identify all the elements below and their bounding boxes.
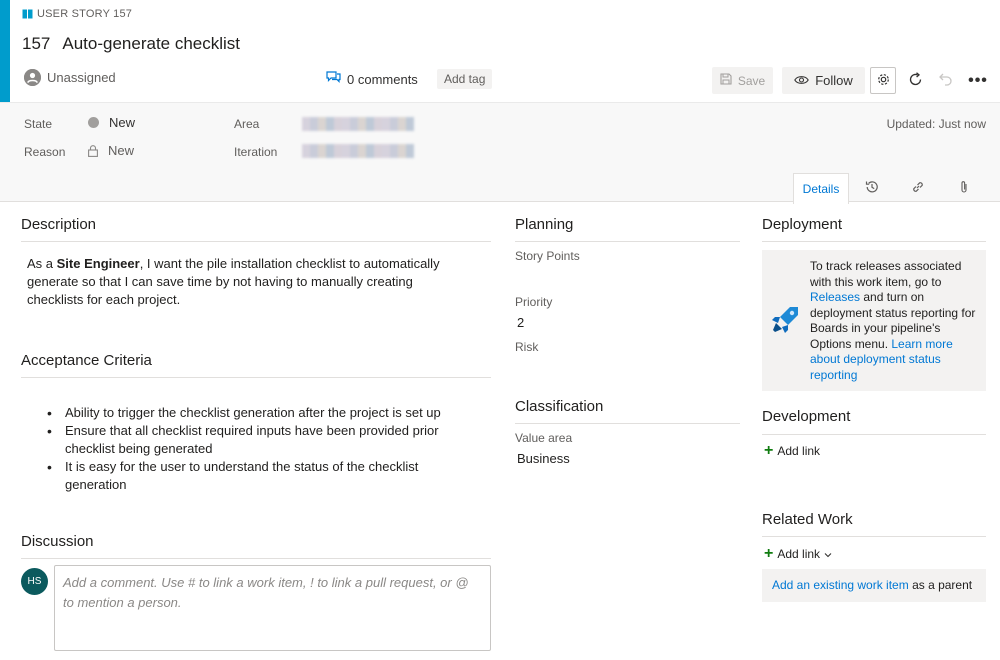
related-work-heading: Related Work [762, 511, 853, 528]
comment-input[interactable]: Add a comment. Use # to link a work item… [54, 565, 491, 651]
discussion-divider [21, 558, 491, 559]
add-link-label: Add link [777, 444, 821, 458]
state-value: New [109, 115, 136, 130]
work-item-id: 157 [22, 34, 51, 53]
risk-label: Risk [515, 340, 539, 354]
save-icon [720, 73, 732, 88]
comments-link[interactable]: 0 comments [326, 71, 418, 87]
links-icon [911, 180, 925, 197]
add-parent-panel: Add an existing work item as a parent [762, 569, 986, 602]
refresh-icon [908, 71, 923, 90]
work-item-type-color-bar [0, 0, 10, 102]
save-label: Save [737, 73, 766, 88]
priority-label: Priority [515, 295, 553, 309]
development-add-link-button[interactable]: + Add link [764, 442, 821, 459]
deployment-info-panel: To track releases associated with this w… [762, 250, 986, 391]
planning-divider [515, 241, 740, 242]
undo-button[interactable] [934, 67, 958, 94]
area-label: Area [234, 117, 260, 131]
unassigned-avatar-icon [24, 69, 41, 86]
follow-button[interactable]: Follow [782, 67, 865, 94]
area-value-redacted[interactable] [302, 117, 414, 131]
value-area-label: Value area [515, 431, 573, 445]
acceptance-criteria-list[interactable]: Ability to trigger the checklist generat… [47, 404, 467, 494]
iteration-value-redacted[interactable] [302, 144, 414, 158]
story-points-label: Story Points [515, 249, 580, 263]
settings-button[interactable] [870, 67, 896, 94]
deployment-info-text: To track releases associated with this w… [810, 259, 976, 382]
state-label: State [24, 117, 53, 131]
history-icon [865, 180, 879, 197]
assignee-name: Unassigned [47, 70, 116, 85]
add-tag-button[interactable]: Add tag [437, 69, 493, 89]
add-existing-work-item-link[interactable]: Add an existing work item [772, 578, 909, 592]
chevron-down-icon [824, 547, 832, 561]
story-points-input[interactable] [515, 266, 735, 286]
tab-attachments[interactable] [941, 173, 987, 203]
list-item: Ensure that all checklist required input… [47, 422, 467, 458]
classification-divider [515, 423, 740, 424]
comments-count: 0 comments [347, 71, 418, 87]
related-work-add-link-button[interactable]: + Add link [764, 545, 832, 562]
refresh-button[interactable] [903, 67, 927, 94]
save-button[interactable]: Save [712, 67, 773, 94]
classification-heading: Classification [515, 398, 604, 415]
comment-icon [326, 71, 341, 87]
reason-value: New [108, 143, 135, 158]
development-divider [762, 434, 986, 435]
gear-icon [876, 72, 891, 90]
undo-icon [939, 73, 953, 89]
title-row[interactable]: 157 Auto-generate checklist [22, 34, 240, 54]
releases-link[interactable]: Releases [810, 290, 860, 304]
description-role: Site Engineer [56, 256, 140, 271]
risk-input[interactable] [515, 357, 735, 377]
avatar: HS [21, 568, 48, 595]
tab-links[interactable] [895, 173, 941, 203]
related-work-divider [762, 536, 986, 537]
deployment-divider [762, 241, 986, 242]
priority-value[interactable]: 2 [517, 315, 524, 330]
list-item: It is easy for the user to understand th… [47, 458, 467, 494]
tab-history[interactable] [849, 173, 895, 203]
plus-icon: + [764, 442, 774, 459]
assignee-picker[interactable]: Unassigned [24, 69, 116, 86]
work-item-type-label: USER STORY 157 [37, 8, 133, 20]
more-actions-button[interactable]: ••• [966, 67, 990, 94]
work-item-fields-strip: State New Reason New Area Iteration Upda… [0, 102, 1000, 204]
eye-icon [794, 73, 810, 88]
discussion-heading: Discussion [21, 533, 94, 550]
iteration-label: Iteration [234, 145, 278, 159]
attachment-icon [958, 180, 970, 197]
description-divider [21, 241, 491, 242]
lock-icon [88, 144, 98, 157]
acceptance-criteria-heading: Acceptance Criteria [21, 352, 152, 369]
description-text[interactable]: As a Site Engineer, I want the pile inst… [27, 255, 467, 309]
state-picker[interactable]: New [88, 115, 135, 130]
add-link-label: Add link [777, 547, 821, 561]
development-heading: Development [762, 408, 851, 425]
acceptance-criteria-divider [21, 377, 491, 378]
work-item-header: USER STORY 157 157 Auto-generate checkli… [0, 0, 1000, 102]
tab-details[interactable]: Details [793, 173, 849, 204]
description-heading: Description [21, 216, 97, 233]
value-area-value[interactable]: Business [517, 451, 570, 466]
book-icon [22, 9, 33, 19]
deployment-heading: Deployment [762, 216, 843, 233]
list-item: Ability to trigger the checklist generat… [47, 404, 467, 422]
plus-icon: + [764, 545, 774, 562]
reason-label: Reason [24, 145, 66, 159]
work-item-tabs: Details [793, 173, 987, 204]
planning-heading: Planning [515, 216, 574, 233]
updated-timestamp: Updated: Just now [886, 117, 986, 131]
follow-label: Follow [815, 73, 853, 88]
reason-field: New [88, 143, 134, 158]
state-dot-icon [88, 117, 99, 128]
work-item-title[interactable]: Auto-generate checklist [62, 34, 240, 54]
pipelines-rocket-icon [772, 305, 800, 333]
work-item-type: USER STORY 157 [22, 8, 132, 20]
